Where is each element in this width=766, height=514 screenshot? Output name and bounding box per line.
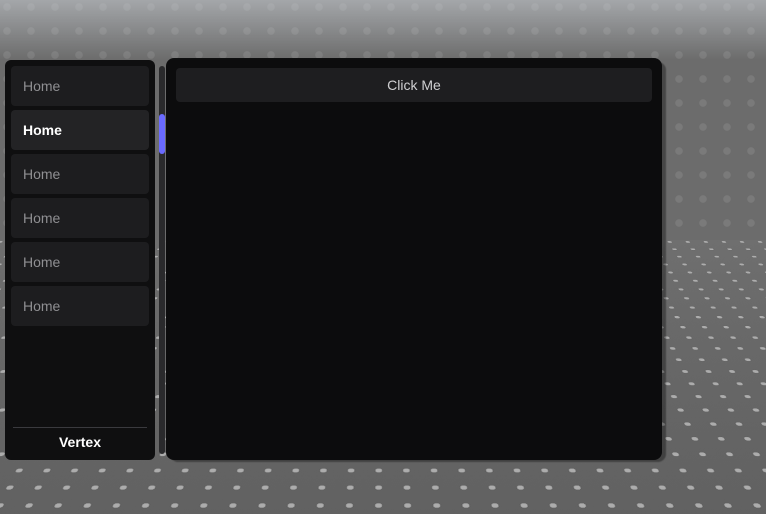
- sidebar-tab-1[interactable]: Home: [11, 110, 149, 150]
- sidebar-tab-2[interactable]: Home: [11, 154, 149, 194]
- game-background: Home Home Home Home Home Home Vertex Cli…: [0, 0, 766, 514]
- sidebar: Home Home Home Home Home Home Vertex: [5, 60, 155, 460]
- content-panel: Click Me: [166, 58, 662, 460]
- sidebar-tab-5[interactable]: Home: [11, 286, 149, 326]
- sidebar-tab-4[interactable]: Home: [11, 242, 149, 282]
- click-me-button[interactable]: Click Me: [176, 68, 652, 102]
- sidebar-tab-0[interactable]: Home: [11, 66, 149, 106]
- tab-scrollbar-track[interactable]: [159, 66, 165, 454]
- ui-root: Home Home Home Home Home Home Vertex Cli…: [0, 0, 766, 514]
- tab-scrollbar-thumb[interactable]: [159, 114, 165, 154]
- brand-divider: [13, 427, 147, 428]
- sidebar-brand: Vertex: [11, 434, 149, 454]
- sidebar-tab-3[interactable]: Home: [11, 198, 149, 238]
- sidebar-tab-list: Home Home Home Home Home Home: [11, 66, 149, 427]
